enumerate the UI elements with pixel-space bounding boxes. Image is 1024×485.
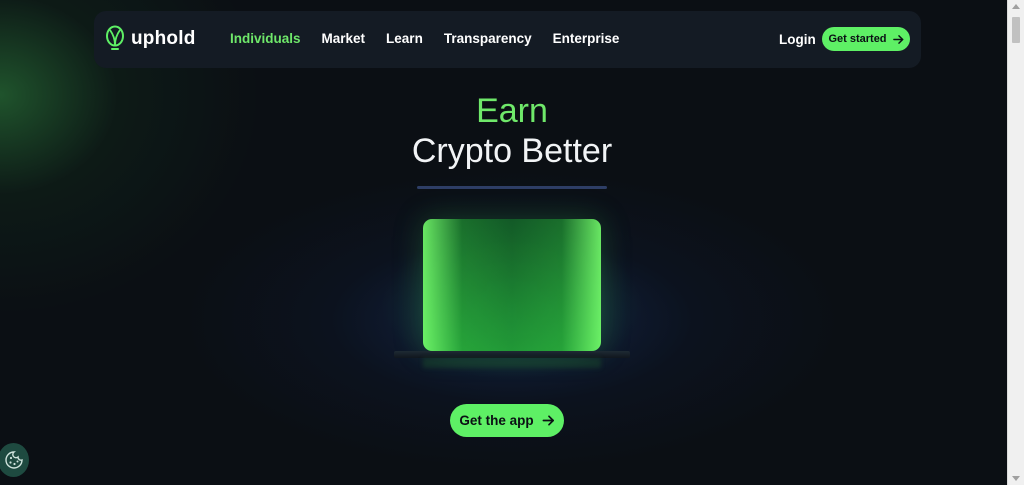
device-reflection <box>423 358 601 368</box>
arrow-right-icon <box>542 415 554 426</box>
get-the-app-button[interactable]: Get the app <box>450 404 564 437</box>
scroll-up-arrow-icon[interactable] <box>1012 4 1020 9</box>
vertical-scrollbar[interactable] <box>1007 0 1024 485</box>
login-link[interactable]: Login <box>779 32 816 47</box>
brand-name: uphold <box>131 28 196 49</box>
uphold-logo-icon <box>106 25 124 50</box>
device-illustration-base <box>394 351 630 358</box>
scroll-down-arrow-icon[interactable] <box>1012 476 1020 481</box>
nav-link-market[interactable]: Market <box>322 31 366 46</box>
cookie-icon <box>4 451 23 469</box>
hero-divider <box>417 186 607 189</box>
get-started-button[interactable]: Get started <box>822 27 910 51</box>
nav-link-enterprise[interactable]: Enterprise <box>553 31 620 46</box>
hero-title-earn: Earn <box>476 92 548 130</box>
nav-link-transparency[interactable]: Transparency <box>444 31 532 46</box>
page: uphold Individuals Market Learn Transpar… <box>0 0 1024 485</box>
device-illustration-screen <box>423 219 601 351</box>
hero-title-crypto-better: Crypto Better <box>411 132 613 170</box>
get-the-app-label: Get the app <box>459 413 534 428</box>
top-navigation-bar: uphold Individuals Market Learn Transpar… <box>94 11 921 68</box>
nav-link-learn[interactable]: Learn <box>386 31 423 46</box>
nav-link-individuals[interactable]: Individuals <box>230 31 301 46</box>
main-nav: Individuals Market Learn Transparency En… <box>230 31 640 46</box>
cookie-settings-button[interactable] <box>0 443 29 477</box>
get-started-label: Get started <box>828 33 887 45</box>
arrow-right-icon <box>892 34 903 44</box>
scroll-thumb[interactable] <box>1012 17 1020 43</box>
brand-logo[interactable]: uphold <box>105 25 196 53</box>
